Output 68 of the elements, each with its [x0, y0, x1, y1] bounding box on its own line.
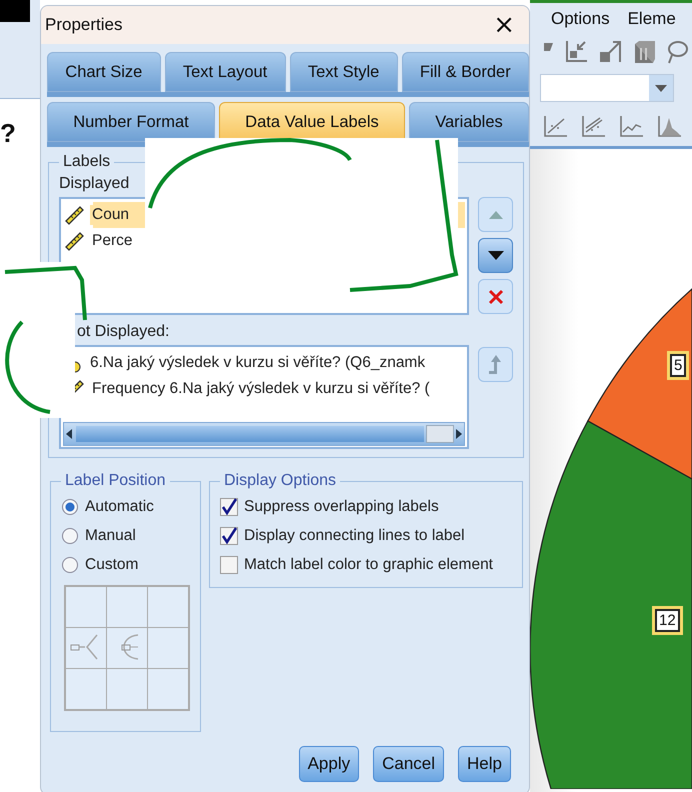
position-cell[interactable]	[66, 669, 106, 709]
position-cell[interactable]	[148, 669, 188, 709]
expand-icon[interactable]	[598, 39, 624, 65]
position-cell[interactable]	[148, 628, 188, 668]
shrink-icon[interactable]	[563, 39, 589, 65]
tab[interactable]: Fill & Border	[402, 52, 529, 92]
tab[interactable]: Text Style	[290, 52, 398, 92]
dialog-button[interactable]: Apply	[298, 746, 360, 782]
dialog-button[interactable]: Cancel	[373, 746, 444, 782]
value-label: 5	[670, 354, 686, 377]
scrollbar-thumb[interactable]	[426, 425, 454, 443]
menu-item[interactable]: Eleme	[628, 8, 676, 28]
dialog-button[interactable]: Help	[458, 746, 511, 782]
list-label: Displayed	[59, 175, 130, 193]
radio-button[interactable]	[61, 526, 79, 544]
dropdown-field[interactable]	[540, 74, 674, 102]
tab[interactable]: Number Format	[47, 102, 215, 142]
horizontal-scrollbar[interactable]	[63, 422, 465, 446]
tab[interactable]: Variables	[409, 102, 529, 142]
tab[interactable]: Text Layout	[164, 52, 286, 92]
move-down-button[interactable]	[478, 238, 513, 273]
position-cell[interactable]	[107, 587, 147, 627]
checkbox-label: Suppress overlapping labels	[244, 498, 439, 516]
radio-button[interactable]	[61, 556, 79, 574]
lasso-icon[interactable]	[666, 39, 688, 65]
group-title: Labels	[62, 153, 112, 171]
close-icon	[488, 288, 504, 304]
radio-button[interactable]	[61, 498, 79, 516]
down-arrow-icon	[488, 251, 504, 260]
remove-button[interactable]	[478, 279, 513, 314]
list-item[interactable]: Perce	[90, 231, 134, 251]
list-item[interactable]: 6.Na jaký výsledek v kurzu si věříte? (Q6_znamk	[88, 353, 428, 373]
window-title: Properties	[45, 15, 122, 35]
position-cell[interactable]	[66, 628, 106, 668]
scroll-left-icon[interactable]	[64, 428, 74, 440]
ruler-icon	[63, 204, 85, 226]
move-to-displayed-button[interactable]	[478, 347, 513, 382]
area-chart-icon[interactable]	[656, 114, 682, 138]
value-label: 12	[655, 609, 680, 632]
position-cell[interactable]	[107, 669, 147, 709]
radio-label: Custom	[85, 556, 138, 574]
checkbox[interactable]	[220, 526, 238, 544]
group-title: Label Position	[64, 472, 167, 490]
up-arrow-icon	[488, 210, 502, 218]
position-cell[interactable]	[107, 628, 147, 668]
scrollbar-track[interactable]	[76, 426, 424, 442]
scatter-plot-icon[interactable]	[580, 114, 606, 138]
ruler-icon	[63, 230, 85, 252]
close-button[interactable]: ×	[487, 12, 521, 38]
move-up-button[interactable]	[478, 197, 513, 232]
checkbox[interactable]	[220, 498, 238, 516]
menu-item[interactable]: Options	[551, 8, 610, 28]
scatter-plot-icon[interactable]	[542, 114, 568, 138]
line-chart-icon[interactable]	[618, 114, 644, 138]
checkbox[interactable]	[220, 556, 238, 574]
position-cell[interactable]	[148, 587, 188, 627]
color-swatch[interactable]	[0, 0, 30, 22]
position-cell[interactable]	[66, 587, 106, 627]
dropdown-caret-icon	[655, 84, 667, 92]
list-item[interactable]: Frequency 6.Na jaký výsledek v kurzu si věříte? (	[90, 379, 432, 399]
radio-label: Manual	[85, 526, 136, 544]
tab[interactable]: Chart Size	[47, 52, 161, 92]
heading-text: ?	[0, 118, 16, 149]
radio-label: Automatic	[85, 498, 154, 516]
checkbox-label: Match label color to graphic element	[244, 556, 493, 574]
list-label: ot Displayed:	[77, 323, 170, 341]
checkbox-label: Display connecting lines to label	[244, 526, 465, 544]
group-title: Display Options	[223, 472, 338, 490]
